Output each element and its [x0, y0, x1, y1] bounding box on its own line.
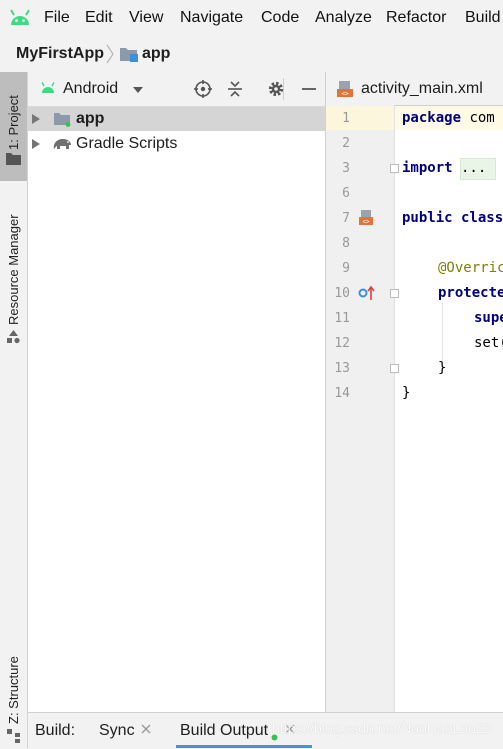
- tab-label: activity_main.xml: [361, 80, 483, 97]
- tab-sync[interactable]: Sync: [99, 722, 135, 740]
- breadcrumb-separator-icon: [106, 44, 114, 64]
- line-number: 1: [342, 111, 350, 126]
- project-panel: Android app Gradle Scripts: [28, 72, 326, 712]
- line-number: 8: [342, 236, 350, 251]
- expand-triangle-icon[interactable]: [32, 114, 40, 124]
- line-number: 12: [334, 336, 350, 351]
- menu-navigate[interactable]: Navigate: [180, 9, 243, 27]
- gradle-elephant-icon: [53, 139, 71, 149]
- module-folder-icon: [54, 113, 71, 127]
- svg-text:<>: <>: [362, 219, 370, 226]
- watermark: https://blog.csdn.net/NanHaoLuo23: [272, 720, 492, 736]
- line-number: 6: [342, 186, 350, 201]
- tree-item-label: Gradle Scripts: [76, 135, 178, 152]
- chevron-down-icon[interactable]: [132, 86, 144, 94]
- menu-analyze[interactable]: Analyze: [315, 9, 372, 27]
- code-line: }: [438, 360, 447, 376]
- line-number: 13: [334, 361, 350, 376]
- project-folder-icon: [6, 153, 21, 165]
- structure-icon: [7, 729, 20, 743]
- code-line[interactable]: import ...: [402, 160, 486, 176]
- breadcrumb-module[interactable]: app: [142, 45, 170, 63]
- code-line: protecte: [438, 285, 503, 301]
- tree-item-gradle-scripts[interactable]: Gradle Scripts: [28, 132, 325, 156]
- fold-marker-icon[interactable]: [390, 289, 399, 298]
- line-number: 2: [342, 136, 350, 151]
- line-number: 10: [334, 286, 350, 301]
- code-line: package com: [402, 110, 495, 126]
- tab-build-output[interactable]: Build Output: [180, 722, 268, 740]
- project-view-selector[interactable]: Android: [63, 80, 118, 98]
- line-number: 3: [342, 161, 350, 176]
- indent-guide: [442, 302, 443, 362]
- editor-panel: <> activity_main.xml 1 2 3 6 7 8 9 10 11…: [326, 72, 503, 712]
- code-line: supe: [474, 310, 503, 326]
- settings-gear-icon[interactable]: [266, 79, 286, 99]
- resource-manager-icon: [7, 330, 20, 344]
- tree-item-app[interactable]: app: [28, 107, 325, 131]
- hide-minus-icon[interactable]: [299, 79, 319, 99]
- expand-triangle-icon[interactable]: [32, 139, 40, 149]
- module-folder-icon: [120, 48, 138, 62]
- line-number: 14: [334, 386, 350, 401]
- code-line: @Overric: [438, 260, 503, 276]
- related-layout-icon[interactable]: <>: [358, 209, 374, 227]
- resource-manager-tool-tab[interactable]: Resource Manager: [0, 202, 27, 352]
- project-panel-header: Android: [28, 72, 325, 107]
- project-tool-tab[interactable]: 1: Project: [0, 72, 27, 181]
- code-line: set(: [474, 335, 503, 351]
- collapse-all-icon[interactable]: [225, 79, 245, 99]
- left-tool-strip: 1: Project Resource Manager Z: Structure: [0, 72, 28, 748]
- structure-tool-tab[interactable]: Z: Structure: [0, 647, 27, 748]
- code-line: }: [402, 385, 411, 401]
- line-number: 11: [334, 311, 350, 326]
- svg-text:<>: <>: [341, 91, 349, 98]
- locate-icon[interactable]: [193, 79, 213, 99]
- editor-tab-bar: <> activity_main.xml: [326, 72, 503, 106]
- menu-build[interactable]: Build: [465, 9, 501, 27]
- build-label: Build:: [35, 722, 76, 739]
- menu-file[interactable]: File: [44, 9, 70, 27]
- project-tab-label: 1: Project: [6, 95, 21, 150]
- fold-marker-icon[interactable]: [390, 364, 399, 373]
- resource-manager-tab-label: Resource Manager: [6, 214, 21, 325]
- fold-marker-icon[interactable]: [390, 164, 399, 173]
- structure-tab-label: Z: Structure: [6, 656, 21, 724]
- layout-file-icon: <>: [337, 81, 353, 98]
- tab-activity-main-xml[interactable]: <> activity_main.xml: [326, 72, 503, 105]
- android-logo-icon: [10, 9, 30, 25]
- line-number: 9: [342, 261, 350, 276]
- android-view-icon: [41, 82, 55, 93]
- override-method-icon[interactable]: [358, 285, 376, 301]
- menu-edit[interactable]: Edit: [85, 9, 113, 27]
- menu-refactor[interactable]: Refactor: [386, 9, 446, 27]
- tree-item-label: app: [76, 110, 105, 127]
- menu-bar: File Edit View Navigate Code Analyze Ref…: [0, 0, 503, 37]
- breadcrumb: MyFirstApp app: [0, 37, 503, 73]
- close-icon[interactable]: [140, 723, 152, 735]
- menu-code[interactable]: Code: [261, 9, 299, 27]
- menu-view[interactable]: View: [129, 9, 163, 27]
- breadcrumb-project[interactable]: MyFirstApp: [16, 45, 104, 63]
- line-number: 7: [342, 211, 350, 226]
- code-line: public class: [402, 210, 503, 226]
